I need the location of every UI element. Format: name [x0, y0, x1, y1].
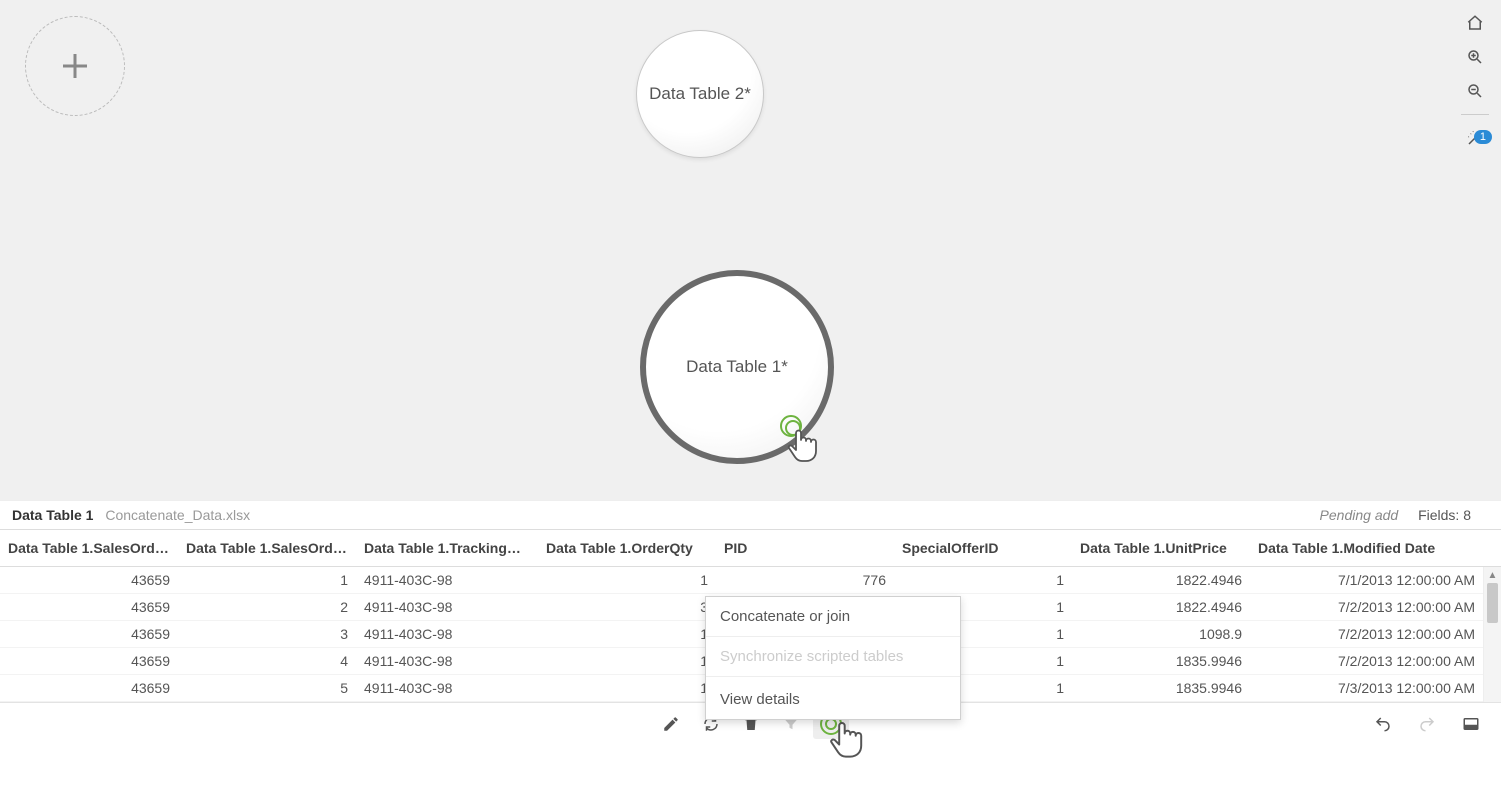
cell: 4911-403C-98: [356, 621, 538, 648]
cell: 43659: [0, 621, 178, 648]
panel-toggle-icon[interactable]: [1453, 709, 1489, 739]
col-header[interactable]: PID: [716, 530, 894, 567]
cell: 1: [538, 675, 716, 702]
menu-concatenate-or-join[interactable]: Concatenate or join: [706, 597, 960, 637]
cell: 1835.9946: [1072, 648, 1250, 675]
cell: 4911-403C-98: [356, 567, 538, 594]
cell: 43659: [0, 594, 178, 621]
cell: 1822.4946: [1072, 567, 1250, 594]
cell: 7/1/2013 12:00:00 AM: [1250, 567, 1483, 594]
cell: 1: [894, 567, 1072, 594]
zoom-in-icon[interactable]: [1464, 46, 1486, 68]
vertical-scrollbar[interactable]: ▲: [1483, 567, 1501, 702]
right-tool-rail: 1: [1461, 12, 1489, 149]
cell: 1: [538, 621, 716, 648]
cell: 4911-403C-98: [356, 594, 538, 621]
col-header[interactable]: Data Table 1.TrackingNum...: [356, 530, 538, 567]
fields-count: Fields: 8: [1418, 507, 1471, 523]
scroll-up-icon[interactable]: ▲: [1484, 567, 1501, 583]
cell: 7/2/2013 12:00:00 AM: [1250, 621, 1483, 648]
scroll-thumb[interactable]: [1487, 583, 1498, 623]
home-icon[interactable]: [1464, 12, 1486, 34]
menu-view-details[interactable]: View details: [706, 677, 960, 719]
menu-synchronize-scripted-tables: Synchronize scripted tables: [706, 637, 960, 677]
col-header[interactable]: Data Table 1.Modified Date: [1250, 530, 1483, 567]
col-header[interactable]: Data Table 1.UnitPrice: [1072, 530, 1250, 567]
separator: [1461, 114, 1489, 115]
cell: 7/3/2013 12:00:00 AM: [1250, 675, 1483, 702]
table-name: Data Table 1: [12, 507, 93, 523]
table-row[interactable]: 4365914911-403C-98177611822.49467/1/2013…: [0, 567, 1501, 594]
col-header[interactable]: Data Table 1.SalesOrder...: [178, 530, 356, 567]
add-source-button[interactable]: [25, 16, 125, 116]
undo-icon[interactable]: [1365, 709, 1401, 739]
suggestions-badge: 1: [1474, 130, 1492, 144]
cell: 43659: [0, 648, 178, 675]
table-source-file: Concatenate_Data.xlsx: [105, 507, 250, 523]
cell: 7/2/2013 12:00:00 AM: [1250, 594, 1483, 621]
edit-icon[interactable]: [653, 709, 689, 739]
context-menu: Concatenate or join Synchronize scripted…: [705, 596, 961, 720]
cell: 2: [178, 594, 356, 621]
node-label: Data Table 2*: [649, 84, 751, 104]
table-info-bar: Data Table 1 Concatenate_Data.xlsx Pendi…: [0, 500, 1501, 529]
cell: 1822.4946: [1072, 594, 1250, 621]
col-header[interactable]: SpecialOfferID: [894, 530, 1072, 567]
cell: 3: [538, 594, 716, 621]
cell: 3: [178, 621, 356, 648]
col-header[interactable]: Data Table 1.OrderQty: [538, 530, 716, 567]
plus-icon: [57, 48, 93, 84]
cell: 43659: [0, 567, 178, 594]
col-header[interactable]: Data Table 1.SalesOrderID: [0, 530, 178, 567]
cell: 4911-403C-98: [356, 675, 538, 702]
header-row: Data Table 1.SalesOrderID Data Table 1.S…: [0, 530, 1501, 567]
cell: 1: [538, 648, 716, 675]
cell: 1: [538, 567, 716, 594]
zoom-out-icon[interactable]: [1464, 80, 1486, 102]
cell: 4911-403C-98: [356, 648, 538, 675]
node-data-table-2[interactable]: Data Table 2*: [636, 30, 764, 158]
node-label: Data Table 1*: [686, 357, 788, 377]
cell: 5: [178, 675, 356, 702]
redo-icon: [1409, 709, 1445, 739]
canvas-area[interactable]: Data Table 2* Data Table 1* 1: [0, 0, 1501, 500]
cell: 1098.9: [1072, 621, 1250, 648]
cell: 43659: [0, 675, 178, 702]
node-data-table-1[interactable]: Data Table 1*: [640, 270, 834, 464]
cell: 1: [178, 567, 356, 594]
pending-status: Pending add: [1320, 507, 1399, 523]
cell: 1835.9946: [1072, 675, 1250, 702]
cell: 4: [178, 648, 356, 675]
suggestions-icon[interactable]: 1: [1464, 127, 1486, 149]
cell: 7/2/2013 12:00:00 AM: [1250, 648, 1483, 675]
cell: 776: [716, 567, 894, 594]
